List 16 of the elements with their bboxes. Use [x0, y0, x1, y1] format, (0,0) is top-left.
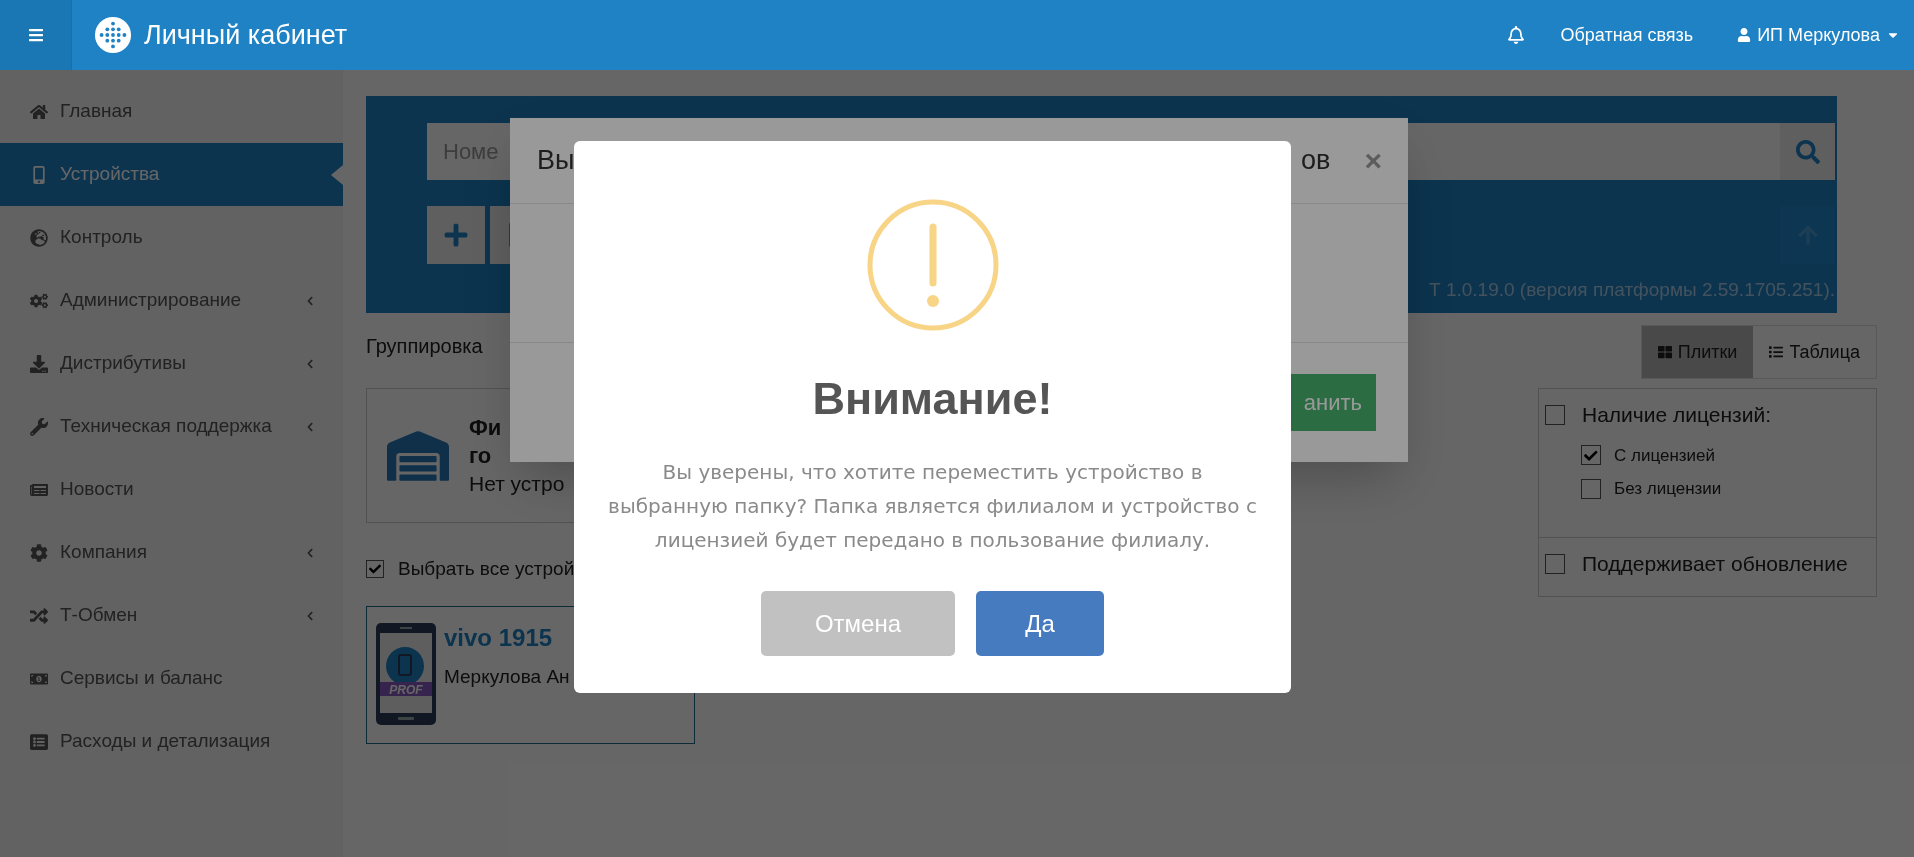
dialog-title: Вы	[537, 144, 575, 178]
device-owner: Меркулова Ан	[444, 664, 570, 689]
grouping-label: Группировка	[366, 334, 484, 359]
filter-label: Поддерживает обновление	[1582, 551, 1848, 577]
select-all-label: Выбрать все устрой	[398, 557, 575, 581]
filter-option-label: Без лицензии	[1614, 478, 1722, 500]
alert-message: Вы уверены, что хотите переместить устройство в выбранную папку? Папка является филиалом и устройство с лицензией будет передано в пользование филиалу.	[607, 459, 1258, 554]
folder-subtitle: Нет устро	[469, 470, 565, 497]
filter-option-label: С лицензией	[1614, 444, 1716, 467]
badge-text: PROF	[389, 682, 423, 696]
app-title: Личный кабинет	[144, 18, 348, 52]
filter-label: Наличие лицензий:	[1582, 402, 1771, 428]
alert-title: Внимание!	[812, 372, 1053, 426]
folder-title: го	[469, 441, 493, 470]
folder-title: Фи	[469, 413, 503, 442]
dialog-title: ов	[1301, 144, 1331, 178]
